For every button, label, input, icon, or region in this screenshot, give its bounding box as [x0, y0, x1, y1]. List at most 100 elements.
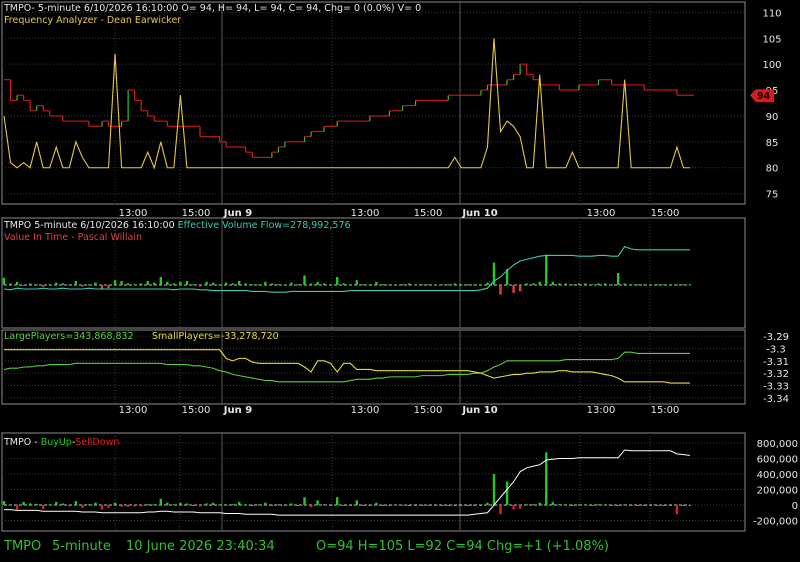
panel3-large-players: LargePlayers=343,868,832 [4, 331, 134, 342]
buyup-selldown-bar [22, 501, 25, 505]
value-in-time-bar [296, 284, 300, 286]
value-in-time-bar [532, 283, 535, 285]
buyup-selldown-bar [375, 502, 378, 505]
value-in-time-bar [656, 284, 659, 286]
buyup-selldown-bar [211, 502, 215, 505]
value-in-time-bar [440, 284, 443, 286]
panel3-small-players: SmallPlayers=-33,278,720 [152, 331, 279, 342]
buyup-selldown-bar [349, 505, 352, 506]
buyup-selldown-bar [172, 504, 176, 506]
buyup-selldown-bar [87, 504, 91, 506]
buyup-selldown-bar [603, 504, 607, 506]
buyup-selldown-bar [283, 505, 287, 506]
buyup-selldown-bar [460, 505, 463, 506]
buyup-selldown-bar [649, 505, 652, 506]
buyup-selldown-bar [453, 505, 456, 506]
buyup-selldown-bar [159, 498, 162, 505]
panel1-y-tick-label: 110 [762, 8, 781, 19]
value-in-time-bar [427, 284, 430, 286]
value-in-time-bar [368, 284, 372, 286]
panel4-y-tick-label: 600,000 [757, 455, 798, 466]
buyup-selldown-bar [185, 503, 189, 505]
buyup-selldown-bar [407, 505, 411, 506]
value-in-time-bar [87, 284, 91, 286]
buyup-selldown-bar [244, 504, 247, 506]
value-in-time-bar [512, 285, 515, 293]
buyup-selldown-bar [447, 505, 450, 506]
buyup-selldown-bar [198, 505, 202, 507]
buyup-selldown-bar [466, 505, 470, 506]
buyup-selldown-bar [362, 505, 365, 506]
buyup-selldown-bar [486, 502, 489, 505]
time-axis-label: 13:00 [587, 208, 616, 219]
buyup-selldown-bar [473, 505, 476, 506]
buyup-selldown-bar [577, 504, 581, 506]
panel4-y-tick-label: 0 [792, 501, 798, 512]
buyup-selldown-bar [146, 504, 149, 506]
buyup-selldown-bar [394, 504, 398, 506]
value-in-time-bar [473, 284, 476, 286]
panel4-y-tick-label: 400,000 [757, 470, 798, 481]
time-axis-label: 15:00 [414, 208, 443, 219]
buyup-selldown-bar [94, 502, 97, 505]
value-in-time-bar [126, 283, 130, 285]
large-players-line [3, 351, 690, 383]
value-in-time-bar [264, 281, 267, 285]
value-in-time-bar [224, 282, 228, 285]
panel1-y-tick-label: 75 [766, 190, 779, 201]
buyup-selldown-bar [153, 504, 156, 506]
value-in-time-bar [538, 281, 541, 285]
time-axis-label: 13:00 [351, 208, 380, 219]
buyup-selldown-bar [616, 505, 620, 506]
time-axis-label: 15:00 [182, 405, 211, 416]
time-axis-label: Jun 10 [461, 208, 497, 219]
value-in-time-bar [571, 284, 574, 286]
value-in-time-bar [564, 283, 568, 285]
buyup-selldown-bar [368, 505, 372, 506]
buyup-selldown-bar [440, 505, 443, 506]
buyup-selldown-bar [525, 504, 528, 506]
panel2-effective-volume-flow: Effective Volume Flow=278,992,576 [178, 220, 351, 231]
value-in-time-bar [15, 281, 19, 285]
buyup-selldown-bar [499, 505, 502, 515]
value-in-time-bar [342, 283, 345, 285]
panel1-y-tick-label: 100 [762, 60, 781, 71]
buyup-selldown-bar [309, 505, 313, 508]
panel2-header: TMPO 5-minute 6/10/2026 16:10:00 Effecti… [3, 220, 351, 231]
status-ohlc: O=94 H=105 L=92 C=94 Chg=+1 (+1.08%) [316, 539, 609, 554]
buyup-selldown-bar [610, 505, 613, 506]
price-tag-value: 94 [757, 91, 771, 102]
value-in-time-bar [636, 284, 639, 286]
status-symbol: TMPO [4, 539, 42, 554]
value-in-time-bar [179, 281, 182, 285]
panel3-y-tick-label: -3.31 [763, 357, 789, 368]
value-in-time-bar [251, 284, 254, 286]
value-in-time-bar [551, 281, 554, 285]
buyup-selldown-bar [623, 504, 626, 506]
buyup-selldown-bar [538, 502, 541, 505]
value-in-time-bar [35, 284, 38, 286]
panel4-y-tick-label: 800,000 [757, 439, 798, 450]
value-in-time-bar [453, 283, 456, 285]
buyup-selldown-bar [584, 504, 587, 506]
time-axis-label: 15:00 [182, 208, 211, 219]
value-in-time-bar [381, 284, 385, 286]
buyup-selldown-bar [68, 505, 71, 507]
value-in-time-bar [68, 284, 71, 286]
panel4-header-prefix: TMPO - [3, 437, 41, 448]
buyup-selldown-bar [290, 503, 293, 505]
value-in-time-bar [159, 277, 162, 285]
buyup-selldown-bar [9, 504, 12, 506]
buyup-selldown-bar [675, 505, 679, 515]
buyup-selldown-bar [630, 505, 633, 506]
value-in-time-bar [329, 284, 332, 286]
buyup-selldown-bar [2, 501, 6, 505]
panel2-value-in-time: Value In Time - Pascal Willain [4, 232, 142, 243]
value-in-time-bar [205, 281, 208, 285]
panel3-y-tick-label: -3.34 [763, 394, 789, 405]
buyup-selldown-bar [140, 505, 143, 507]
value-in-time-bar [434, 284, 437, 286]
buyup-selldown-bar [597, 504, 600, 506]
buyup-selldown-bar [264, 502, 267, 505]
value-in-time-bar [388, 284, 391, 286]
